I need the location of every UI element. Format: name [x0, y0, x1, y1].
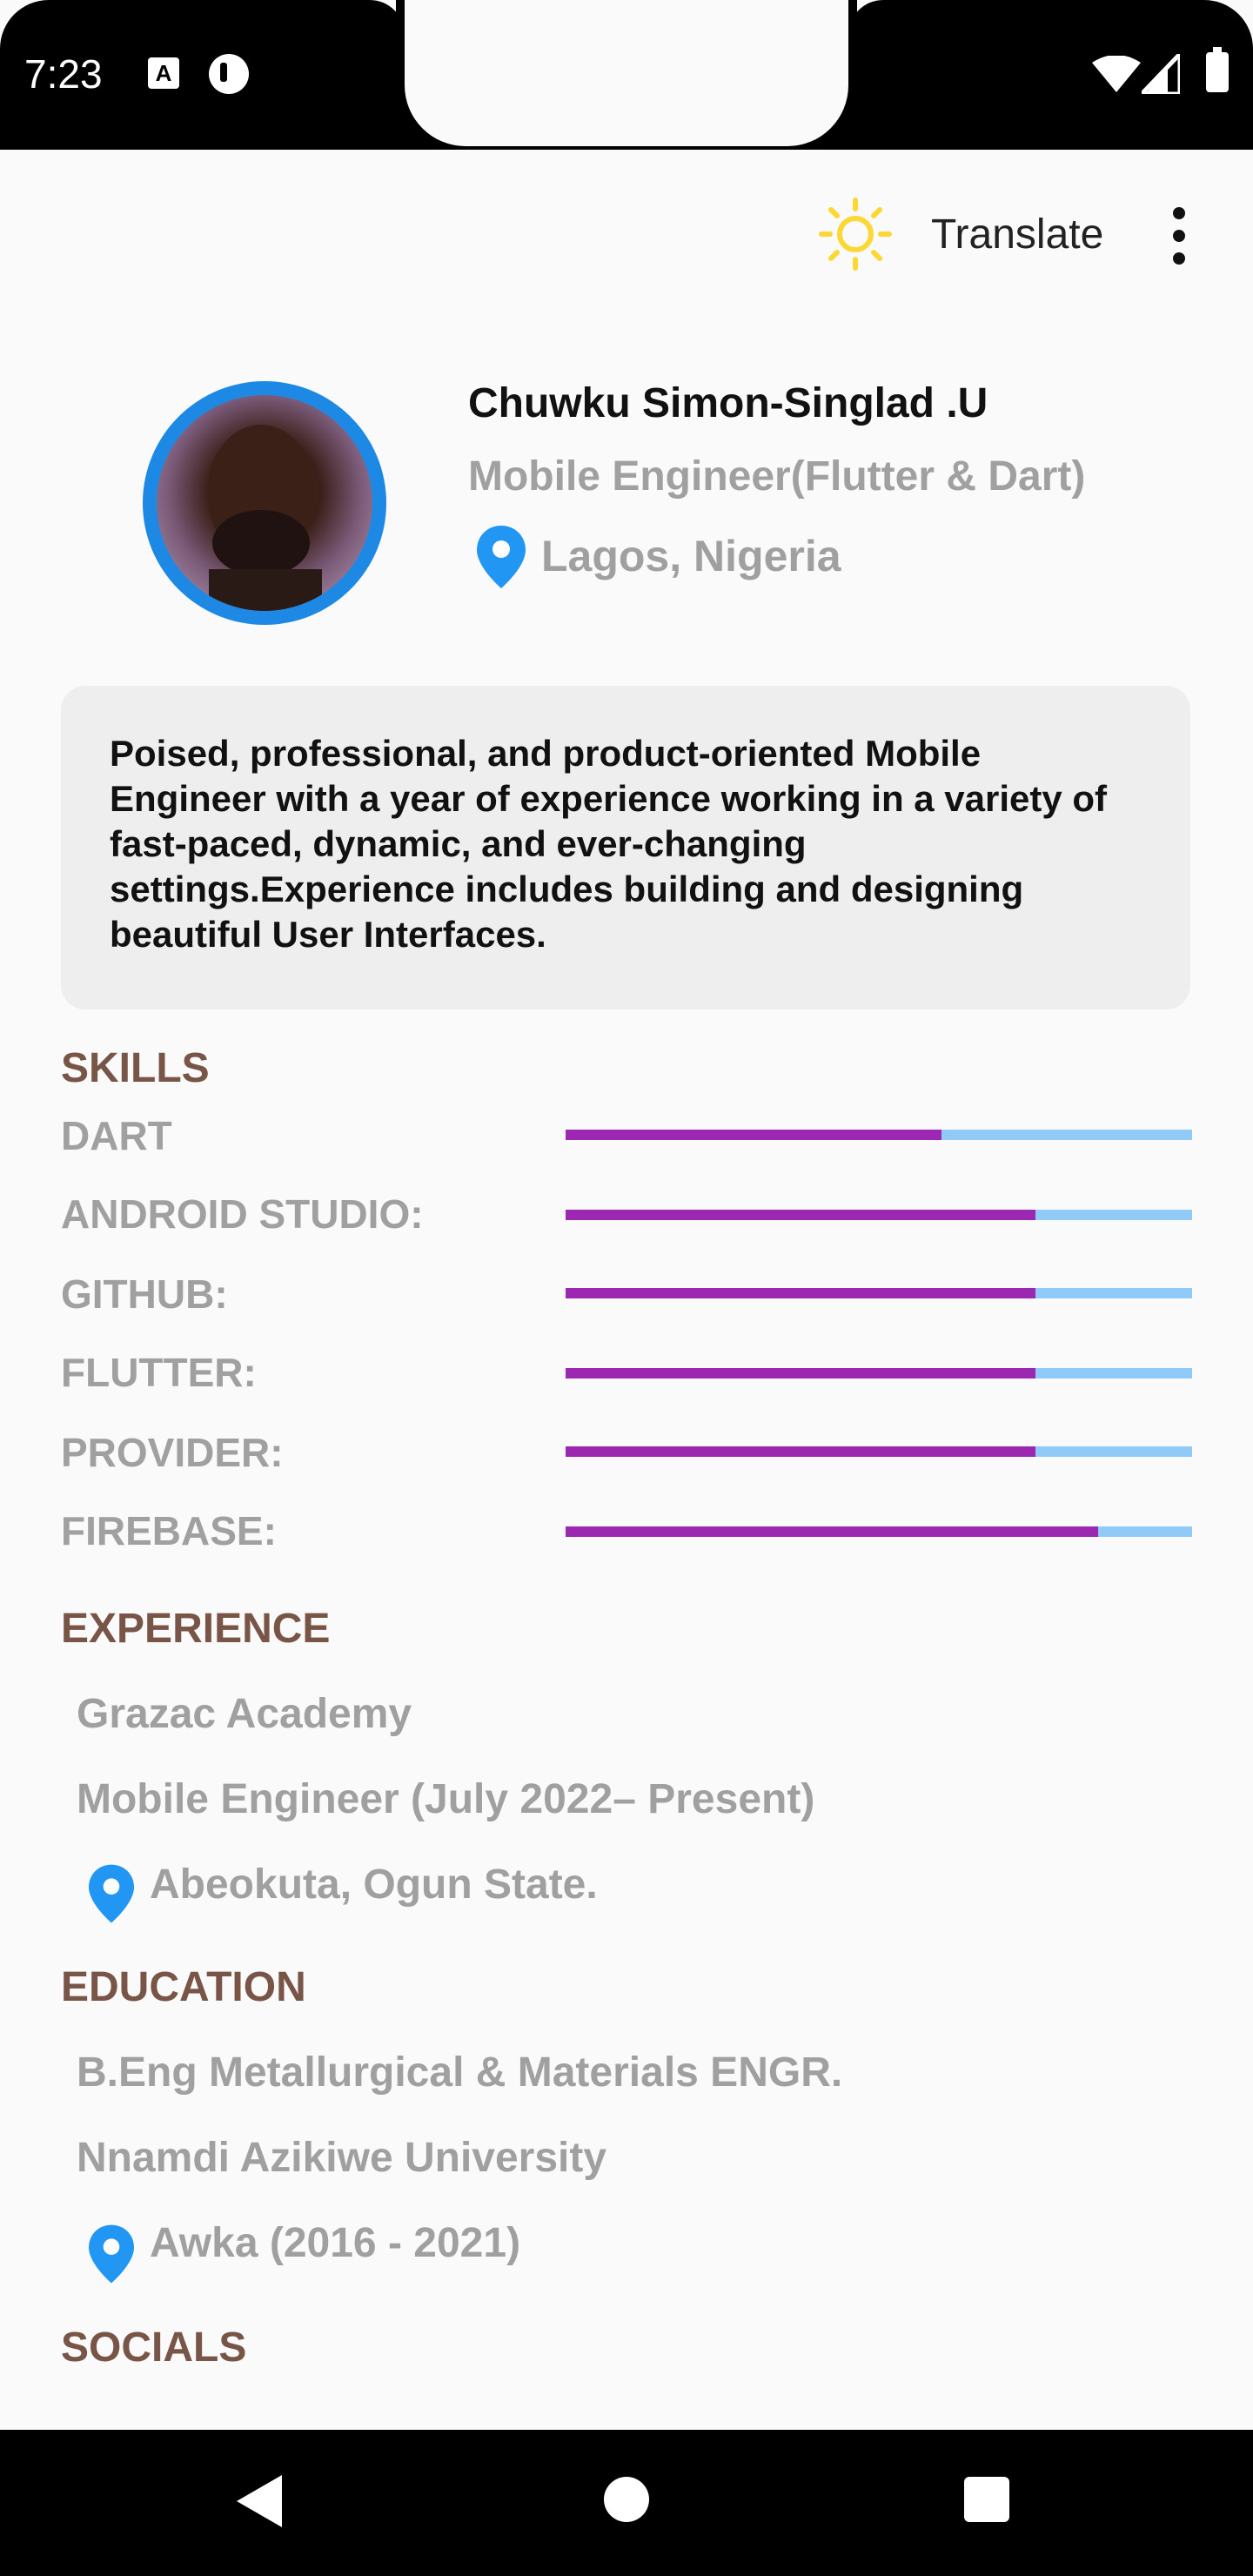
profile-role: Mobile Engineer(Flutter & Dart) — [468, 453, 1086, 500]
location-pin-icon — [477, 526, 526, 588]
avatar — [143, 381, 386, 625]
status-time: 7:23 — [24, 51, 103, 97]
wifi-icon — [1092, 56, 1141, 92]
skill-label: ANDROID STUDIO: — [61, 1191, 424, 1237]
profile-name: Chuwku Simon-Singlad .U — [468, 380, 988, 426]
notification-icon: A — [148, 57, 179, 89]
education-degree: B.Eng Metallurgical & Materials ENGR. — [77, 2049, 843, 2096]
battery-icon — [1206, 47, 1229, 92]
education-title: EDUCATION — [61, 1964, 306, 2010]
skill-bar — [566, 1446, 1192, 1457]
experience-title: EXPERIENCE — [61, 1606, 331, 1652]
sun-icon[interactable] — [818, 197, 893, 272]
location-pin-icon — [89, 2224, 134, 2284]
skill-label: FIREBASE: — [61, 1508, 277, 1553]
skill-bar — [566, 1526, 1192, 1537]
home-icon[interactable] — [604, 2477, 649, 2522]
skill-bar-fill — [566, 1446, 1035, 1457]
status-bar: 7:23 A — [0, 0, 1253, 150]
skill-bar-fill — [566, 1288, 1035, 1298]
skill-bar-fill — [566, 1526, 1098, 1537]
status-bar-right — [848, 0, 1253, 150]
cellular-icon — [1142, 54, 1180, 94]
recents-icon[interactable] — [964, 2477, 1009, 2522]
skill-label: FLUTTER: — [61, 1350, 257, 1395]
more-vert-icon[interactable] — [1166, 207, 1192, 265]
skill-bar — [566, 1130, 1192, 1140]
education-school: Nnamdi Azikiwe University — [77, 2135, 607, 2181]
skills-title: SKILLS — [61, 1045, 210, 1091]
skill-bar — [566, 1210, 1192, 1220]
socials-title: SOCIALS — [61, 2324, 247, 2371]
education-location: Awka (2016 - 2021) — [150, 2220, 521, 2266]
experience-position: Mobile Engineer (July 2022– Present) — [77, 1776, 815, 1822]
skill-bar — [566, 1288, 1192, 1298]
skill-bar — [566, 1368, 1192, 1379]
experience-location: Abeokuta, Ogun State. — [150, 1862, 598, 1908]
skill-label: DART — [61, 1113, 172, 1158]
skill-label: GITHUB: — [61, 1271, 228, 1317]
translate-button[interactable]: Translate — [931, 211, 1103, 258]
location-pin-icon — [89, 1864, 134, 1923]
app-notification-icon — [209, 54, 249, 94]
profile-location: Lagos, Nigeria — [541, 532, 841, 580]
experience-company: Grazac Academy — [77, 1691, 412, 1737]
skill-label: PROVIDER: — [61, 1430, 284, 1475]
notch — [405, 0, 848, 146]
back-icon[interactable] — [237, 2475, 282, 2527]
skill-bar-fill — [566, 1368, 1035, 1379]
bio-text: Poised, professional, and product-orient… — [110, 733, 1108, 955]
bio-card: Poised, professional, and product-orient… — [61, 686, 1190, 1010]
navigation-bar — [0, 2430, 1253, 2576]
avatar-photo — [157, 395, 372, 611]
skill-bar-fill — [566, 1210, 1035, 1220]
skill-bar-fill — [566, 1130, 941, 1140]
